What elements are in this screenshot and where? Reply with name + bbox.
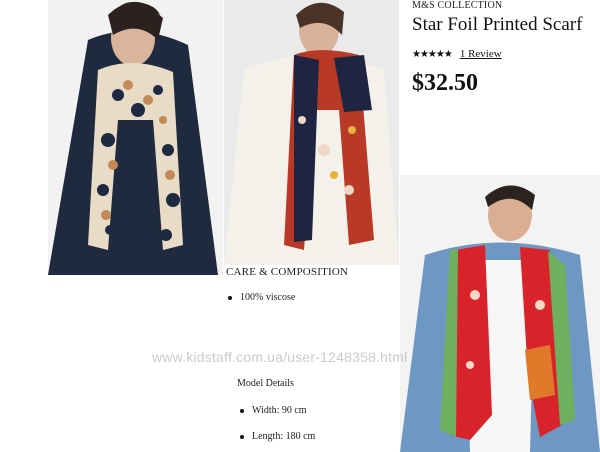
bullet-icon bbox=[240, 434, 244, 439]
model-width: Width: 90 cm bbox=[240, 405, 307, 416]
model-width-text: Width: 90 cm bbox=[252, 405, 307, 416]
bullet-icon bbox=[240, 408, 244, 413]
product-title: Star Foil Printed Scarf bbox=[412, 14, 583, 35]
product-image-leopard-scarf[interactable] bbox=[48, 0, 223, 275]
composition-text: 100% viscose bbox=[240, 292, 296, 303]
review-link[interactable]: 1 Review bbox=[460, 48, 502, 60]
star-rating-icon: ★★★★★ bbox=[412, 48, 453, 60]
composition-item: 100% viscose bbox=[228, 292, 295, 303]
bullet-icon bbox=[228, 295, 232, 300]
model-length: Length: 180 cm bbox=[240, 431, 315, 442]
model-details-heading: Model Details bbox=[237, 378, 294, 389]
product-price: $32.50 bbox=[412, 70, 478, 96]
brand-collection[interactable]: M&S COLLECTION bbox=[412, 0, 502, 11]
care-heading[interactable]: CARE & COMPOSITION bbox=[226, 266, 348, 278]
product-image-floral-scarf[interactable] bbox=[224, 0, 399, 265]
watermark: www.kidstaff.com.ua/user-1248358.html bbox=[152, 349, 408, 365]
product-image-red-green-scarf[interactable] bbox=[400, 175, 600, 452]
rating: ★★★★★ 1 Review bbox=[412, 48, 502, 60]
model-length-text: Length: 180 cm bbox=[252, 431, 316, 442]
